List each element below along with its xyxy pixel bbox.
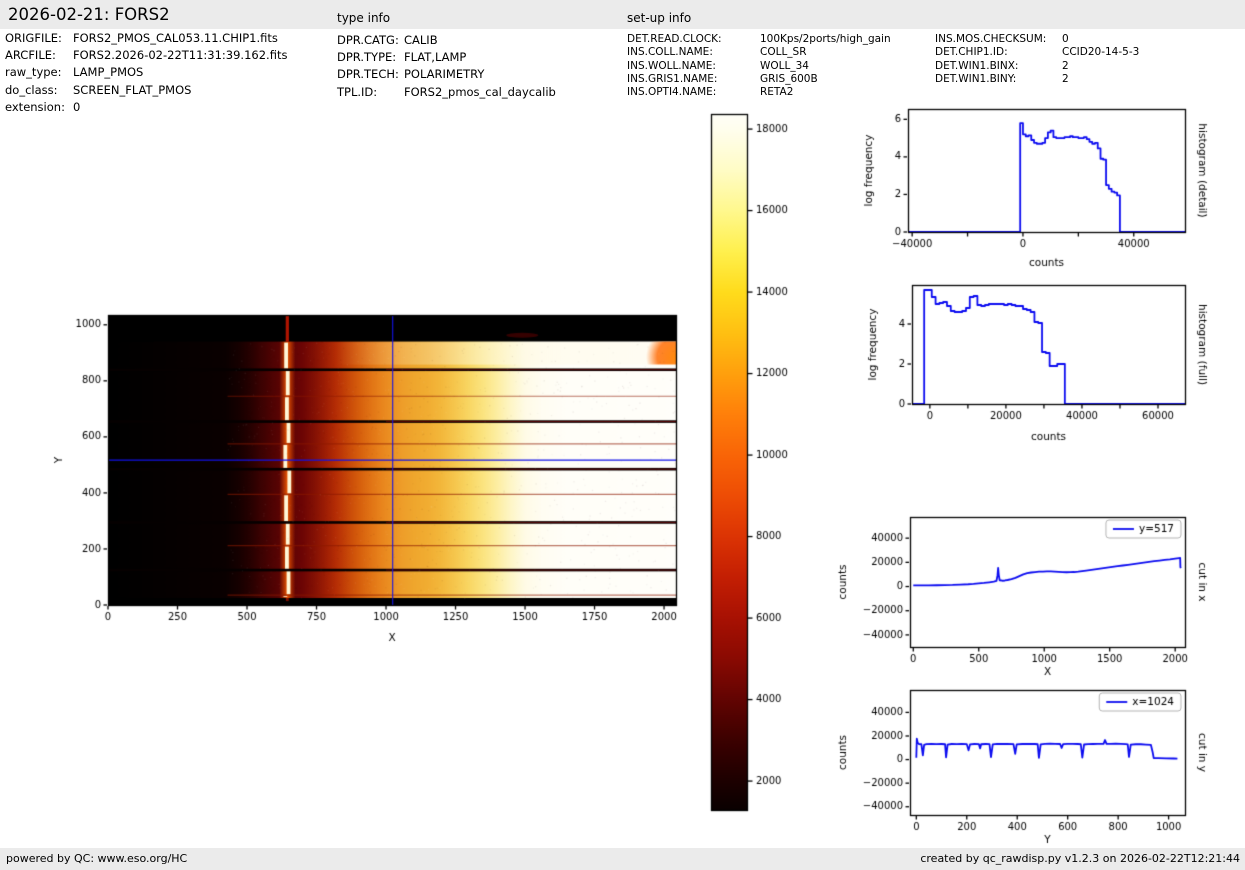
footer-bar: powered by QC: www.eso.org/HC created by… [0, 848, 1245, 870]
metadata-value: 0 [1062, 33, 1069, 46]
setup-info-heading: set-up info [627, 11, 691, 25]
metadata-value: FORS2_pmos_cal_daycalib [404, 84, 556, 101]
metadata-label: DPR.CATG: [337, 32, 404, 49]
header-bar: 2026-02-21: FORS2 type info set-up info [0, 0, 1245, 29]
metadata-value: FORS2_PMOS_CAL053.11.CHIP1.fits [73, 30, 278, 47]
metadata-value: 2 [1062, 60, 1069, 73]
metadata-row: ARCFILE:FORS2.2026-02-22T11:31:39.162.fi… [5, 47, 287, 64]
metadata-value: 2 [1062, 73, 1069, 86]
metadata-value: POLARIMETRY [404, 66, 484, 83]
metadata-value: FLAT,LAMP [404, 49, 466, 66]
metadata-row: INS.MOS.CHECKSUM:0 [935, 33, 1139, 46]
figure-canvas [0, 100, 1245, 848]
metadata-label: INS.COLL.NAME: [627, 46, 760, 59]
metadata-row: INS.GRIS1.NAME:GRIS_600B [627, 73, 891, 86]
metadata-row: raw_type:LAMP_PMOS [5, 64, 287, 81]
metadata-label: DET.CHIP1.ID: [935, 46, 1062, 59]
metadata-row: DET.READ.CLOCK:100Kps/2ports/high_gain [627, 33, 891, 46]
metadata-label: INS.GRIS1.NAME: [627, 73, 760, 86]
metadata-label: do_class: [5, 82, 73, 99]
metadata-row: do_class:SCREEN_FLAT_PMOS [5, 82, 287, 99]
metadata-label: DET.WIN1.BINY: [935, 73, 1062, 86]
metadata-label: INS.WOLL.NAME: [627, 60, 760, 73]
metadata-row: DET.CHIP1.ID:CCID20-14-5-3 [935, 46, 1139, 59]
metadata-value: GRIS_600B [760, 73, 818, 86]
setup-info-block-1: DET.READ.CLOCK:100Kps/2ports/high_gain I… [627, 33, 891, 99]
metadata-row: DET.WIN1.BINY:2 [935, 73, 1139, 86]
metadata-row: INS.WOLL.NAME:WOLL_34 [627, 60, 891, 73]
metadata-row: DPR.TECH:POLARIMETRY [337, 66, 556, 83]
metadata-label: DET.READ.CLOCK: [627, 33, 760, 46]
metadata-value: CCID20-14-5-3 [1062, 46, 1139, 59]
footer-left-text: powered by QC: www.eso.org/HC [6, 852, 187, 865]
metadata-label: DPR.TECH: [337, 66, 404, 83]
type-info-heading: type info [337, 11, 390, 25]
page-title: 2026-02-21: FORS2 [8, 5, 170, 24]
metadata-row: TPL.ID:FORS2_pmos_cal_daycalib [337, 84, 556, 101]
metadata-label: DET.WIN1.BINX: [935, 60, 1062, 73]
type-info-block: DPR.CATG:CALIB DPR.TYPE:FLAT,LAMP DPR.TE… [337, 32, 556, 101]
metadata-value: LAMP_PMOS [73, 64, 143, 81]
metadata-value: COLL_SR [760, 46, 807, 59]
metadata-label: raw_type: [5, 64, 73, 81]
footer-right-text: created by qc_rawdisp.py v1.2.3 on 2026-… [920, 852, 1240, 865]
metadata-value: CALIB [404, 32, 438, 49]
metadata-row: DPR.TYPE:FLAT,LAMP [337, 49, 556, 66]
metadata-row: INS.OPTI4.NAME:RETA2 [627, 86, 891, 99]
metadata-row: DET.WIN1.BINX:2 [935, 60, 1139, 73]
metadata-value: RETA2 [760, 86, 793, 99]
qc-report-page: 2026-02-21: FORS2 type info set-up info … [0, 0, 1245, 870]
metadata-label: TPL.ID: [337, 84, 404, 101]
metadata-label: DPR.TYPE: [337, 49, 404, 66]
metadata-label: INS.OPTI4.NAME: [627, 86, 760, 99]
metadata-value: 100Kps/2ports/high_gain [760, 33, 891, 46]
setup-info-block-2: INS.MOS.CHECKSUM:0 DET.CHIP1.ID:CCID20-1… [935, 33, 1139, 86]
metadata-row: INS.COLL.NAME:COLL_SR [627, 46, 891, 59]
metadata-label: ORIGFILE: [5, 30, 73, 47]
metadata-value: WOLL_34 [760, 60, 809, 73]
metadata-row: ORIGFILE:FORS2_PMOS_CAL053.11.CHIP1.fits [5, 30, 287, 47]
metadata-label: INS.MOS.CHECKSUM: [935, 33, 1062, 46]
metadata-value: SCREEN_FLAT_PMOS [73, 82, 191, 99]
metadata-label: ARCFILE: [5, 47, 73, 64]
metadata-row: DPR.CATG:CALIB [337, 32, 556, 49]
metadata-value: FORS2.2026-02-22T11:31:39.162.fits [73, 47, 287, 64]
